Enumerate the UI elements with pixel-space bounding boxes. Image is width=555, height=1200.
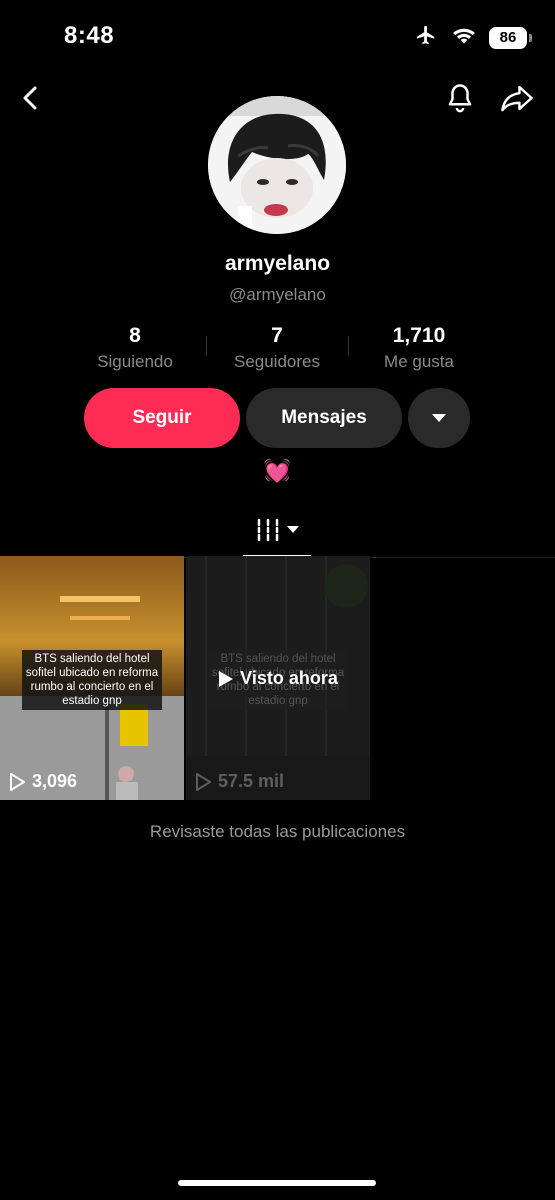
stat-likes-label: Me gusta — [384, 352, 454, 371]
watched-now-label: Visto ahora — [240, 668, 338, 688]
more-options-button[interactable] — [408, 388, 470, 448]
caret-down-icon — [432, 414, 446, 422]
stat-likes[interactable]: 1,710 Me gusta — [349, 324, 489, 372]
avatar-image — [208, 96, 346, 234]
end-of-posts-text: Revisaste todas las publicaciones — [149, 822, 406, 841]
video-views: 3,096 — [8, 771, 77, 792]
play-outline-icon — [10, 772, 25, 791]
content-tab-bar — [0, 505, 555, 558]
grid-icon — [257, 518, 279, 542]
notifications-button[interactable] — [440, 78, 480, 118]
play-outline-icon — [196, 772, 211, 791]
stat-following-value: 8 — [129, 324, 141, 347]
profile-handle: @armyelano — [229, 285, 326, 304]
video-views-count: 3,096 — [32, 771, 78, 791]
back-button[interactable] — [10, 78, 50, 118]
stat-followers[interactable]: 7 Seguidores — [207, 324, 347, 372]
video-views-count: 57.5 mil — [218, 771, 285, 791]
follow-button[interactable]: Seguir — [84, 388, 240, 448]
share-button[interactable] — [497, 78, 537, 118]
bell-icon — [448, 84, 472, 113]
airplane-icon — [413, 24, 439, 51]
stat-following[interactable]: 8 Siguiendo — [65, 324, 205, 372]
profile-username: armyelano — [224, 252, 331, 275]
stat-likes-value: 1,710 — [392, 324, 446, 347]
watched-now-overlay: Visto ahora — [186, 668, 370, 689]
stat-followers-label: Seguidores — [233, 352, 320, 371]
message-button[interactable]: Mensajes — [246, 388, 402, 448]
wifi-icon — [451, 25, 477, 50]
play-icon — [219, 670, 234, 687]
bio-emoji: 💓 — [263, 458, 292, 483]
battery-indicator: 86 — [489, 26, 532, 49]
video-caption: BTS saliendo del hotel sofitel ubicado e… — [22, 650, 162, 710]
stat-followers-value: 7 — [271, 324, 283, 347]
avatar[interactable] — [208, 96, 346, 234]
video-thumbnail[interactable]: BTS saliendo del hotel sofitel ubicado e… — [0, 556, 184, 800]
chevron-left-icon — [23, 86, 37, 110]
video-views: 57.5 mil — [194, 771, 284, 792]
caret-down-icon — [287, 526, 299, 533]
home-indicator[interactable] — [178, 1180, 376, 1186]
share-arrow-icon — [501, 85, 533, 112]
status-time: 8:48 — [64, 22, 115, 49]
tab-videos[interactable] — [243, 505, 311, 558]
status-icons: 86 — [413, 24, 532, 51]
video-thumbnail[interactable]: BTS saliendo del hotel sofitel ubicado e… — [186, 556, 370, 800]
stat-following-label: Siguiendo — [97, 352, 173, 371]
